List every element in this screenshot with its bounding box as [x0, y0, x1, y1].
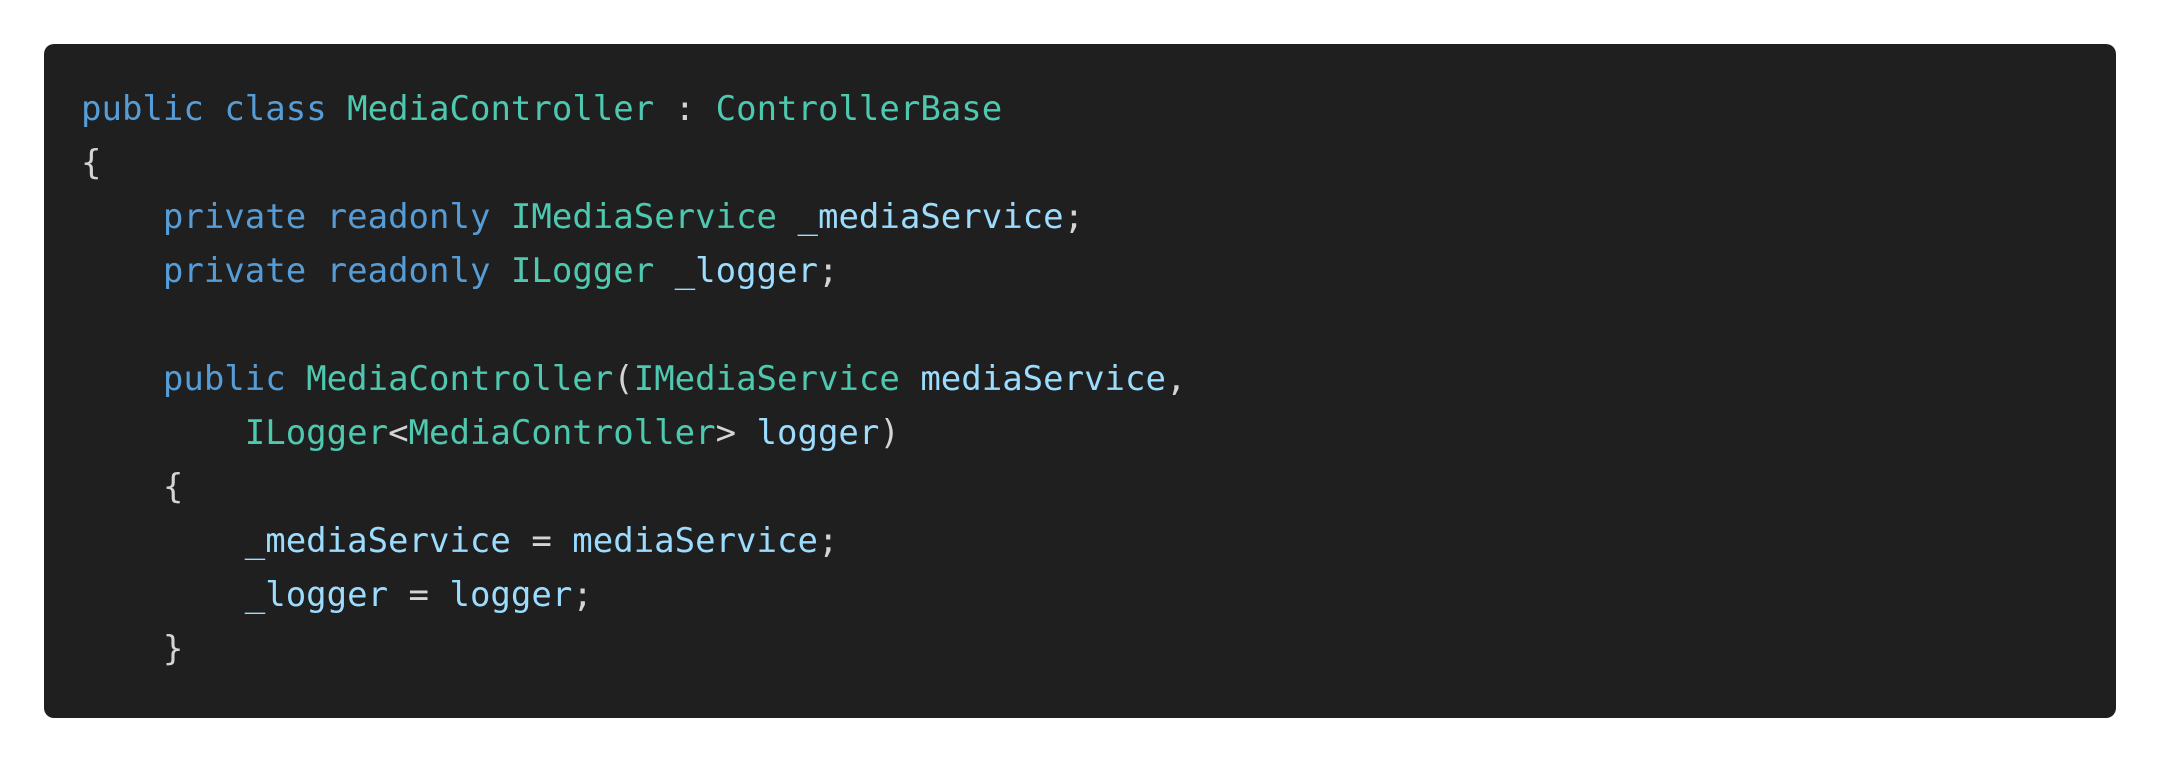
code-token: ( [613, 359, 634, 399]
code-token: readonly [326, 251, 491, 291]
code-token: public [81, 89, 204, 129]
code-token: ILogger [244, 413, 389, 453]
code-token: logger [756, 413, 880, 453]
code-line: private readonly ILogger _logger; [81, 244, 2116, 298]
code-token: _mediaService [244, 521, 511, 561]
code-token: { [81, 143, 102, 183]
code-line: { [81, 460, 2116, 514]
code-line: public MediaController(IMediaService med… [81, 352, 2116, 406]
code-token: class [224, 89, 327, 129]
code-token: _logger [674, 251, 818, 291]
code-token: = [510, 521, 573, 561]
code-token: < [388, 413, 409, 453]
code-token: } [162, 629, 184, 669]
code-line: _logger = logger; [81, 568, 2116, 622]
code-token: IMediaService [633, 359, 900, 399]
code-token: ; [818, 251, 839, 291]
code-token: MediaController [408, 413, 716, 453]
code-token: MediaController [306, 359, 614, 399]
code-line: } [81, 622, 2116, 676]
code-token: = [388, 575, 450, 615]
code-line: public class MediaController : Controlle… [81, 82, 2116, 136]
code-token: readonly [326, 197, 491, 237]
code-token: public [162, 359, 286, 399]
code-token: logger [449, 575, 573, 615]
code-line: _mediaService = mediaService; [81, 514, 2116, 568]
code-token: ILogger [510, 251, 655, 291]
code-token: _logger [244, 575, 389, 615]
code-token: mediaService [572, 521, 818, 561]
code-token: private [162, 197, 307, 237]
code-token: ControllerBase [715, 89, 1003, 129]
code-token: MediaController [347, 89, 655, 129]
code-token: IMediaService [510, 197, 778, 237]
code-token: _mediaService [797, 197, 1064, 237]
code-line: private readonly IMediaService _mediaSer… [81, 190, 2116, 244]
code-token: ; [572, 575, 593, 615]
code-token: ) [879, 413, 900, 453]
code-line: { [81, 136, 2116, 190]
code-token: > [715, 413, 757, 453]
code-token: private [162, 251, 307, 291]
code-line: ILogger<MediaController> logger) [81, 406, 2116, 460]
code-token: , [1165, 359, 1187, 399]
code-block: public class MediaController : Controlle… [44, 44, 2116, 718]
code-token: mediaService [920, 359, 1166, 399]
code-token: : [654, 89, 716, 129]
code-token: ; [1063, 197, 1085, 237]
code-token: { [162, 467, 184, 507]
code-line: ​ [81, 298, 2116, 352]
code-lines: public class MediaController : Controlle… [81, 82, 2116, 676]
code-token: ; [817, 521, 839, 561]
